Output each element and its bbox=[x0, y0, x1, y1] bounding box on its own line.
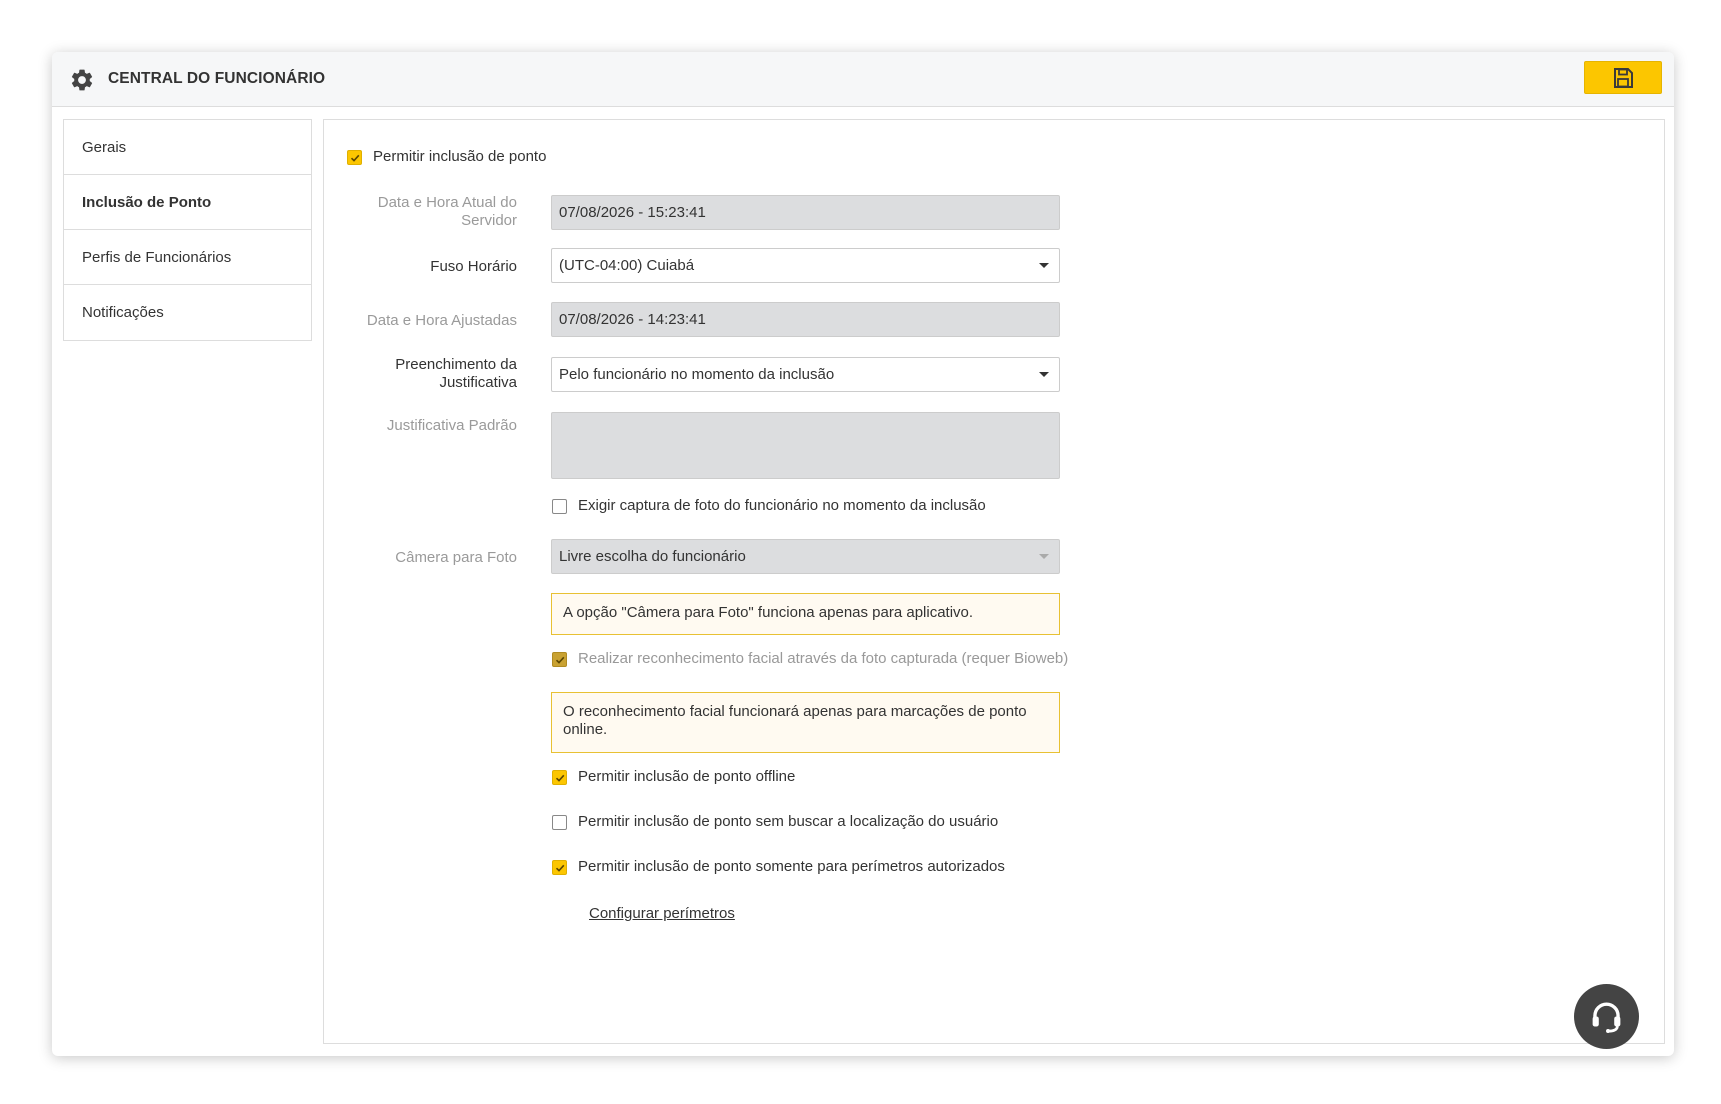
default-justification-label: Justificativa Padrão bbox=[386, 417, 517, 434]
require-photo-label: Exigir captura de foto do funcionário no… bbox=[578, 497, 986, 514]
help-button[interactable] bbox=[1574, 984, 1639, 1049]
window-header: CENTRAL DO FUNCIONÁRIO bbox=[52, 52, 1674, 107]
timezone-select[interactable]: (UTC-04:00) Cuiabá bbox=[551, 248, 1060, 283]
gear-icon bbox=[71, 69, 93, 91]
adjusted-datetime-field: 07/08/2026 - 14:23:41 bbox=[551, 302, 1060, 337]
timezone-label: Fuso Horário bbox=[430, 258, 517, 275]
sidebar-item-perfis-de-funcionarios[interactable]: Perfis de Funcionários bbox=[64, 230, 311, 285]
sidebar-item-notificacoes[interactable]: Notificações bbox=[64, 285, 311, 340]
allow-no-location-checkbox[interactable] bbox=[552, 815, 567, 830]
justification-fill-select[interactable]: Pelo funcionário no momento da inclusão bbox=[551, 357, 1060, 392]
allow-no-location-label: Permitir inclusão de ponto sem buscar a … bbox=[578, 813, 999, 830]
chevron-down-icon bbox=[1039, 372, 1049, 377]
page-title: CENTRAL DO FUNCIONÁRIO bbox=[108, 70, 326, 87]
timezone-value: (UTC-04:00) Cuiabá bbox=[559, 257, 695, 274]
justification-fill-label: Preenchimento da Justificativa bbox=[395, 356, 517, 391]
check-icon bbox=[555, 774, 565, 782]
server-datetime-label: Data e Hora Atual do Servidor bbox=[377, 194, 517, 229]
sidebar-item-gerais[interactable]: Gerais bbox=[64, 120, 311, 175]
server-datetime-field: 07/08/2026 - 15:23:41 bbox=[551, 195, 1060, 230]
facial-recognition-label: Realizar reconhecimento facial através d… bbox=[578, 650, 1069, 667]
allow-perimeters-label: Permitir inclusão de ponto somente para … bbox=[578, 858, 1005, 875]
default-justification-textarea[interactable] bbox=[551, 412, 1060, 479]
allow-inclusion-checkbox[interactable] bbox=[347, 150, 362, 165]
configure-perimeters-link[interactable]: Configurar perímetros bbox=[589, 905, 735, 922]
settings-sidebar: Gerais Inclusão de Ponto Perfis de Funci… bbox=[63, 119, 312, 341]
check-icon bbox=[555, 864, 565, 872]
headset-icon bbox=[1592, 1002, 1621, 1033]
save-button[interactable] bbox=[1584, 61, 1662, 94]
settings-window: CENTRAL DO FUNCIONÁRIO Gerais Inclusão d… bbox=[52, 52, 1674, 1056]
check-icon bbox=[350, 154, 360, 162]
justification-fill-value: Pelo funcionário no momento da inclusão bbox=[559, 366, 835, 383]
floppy-disk-icon bbox=[1614, 68, 1633, 88]
photo-camera-label: Câmera para Foto bbox=[395, 549, 517, 566]
require-photo-checkbox[interactable] bbox=[552, 499, 567, 514]
sidebar-item-inclusao-de-ponto[interactable]: Inclusão de Ponto bbox=[64, 175, 311, 230]
photo-camera-value: Livre escolha do funcionário bbox=[559, 548, 746, 565]
photo-camera-select[interactable]: Livre escolha do funcionário bbox=[551, 539, 1060, 574]
settings-content: Permitir inclusão de ponto Data e Hora A… bbox=[323, 119, 1665, 1044]
allow-offline-label: Permitir inclusão de ponto offline bbox=[578, 768, 796, 785]
facial-notice: O reconhecimento facial funcionará apena… bbox=[551, 692, 1060, 753]
chevron-down-icon bbox=[1039, 554, 1049, 559]
allow-inclusion-label: Permitir inclusão de ponto bbox=[373, 148, 547, 165]
camera-notice: A opção "Câmera para Foto" funciona apen… bbox=[551, 593, 1060, 635]
chevron-down-icon bbox=[1039, 263, 1049, 268]
allow-offline-checkbox[interactable] bbox=[552, 770, 567, 785]
facial-recognition-checkbox[interactable] bbox=[552, 652, 567, 667]
check-icon bbox=[555, 656, 565, 664]
allow-perimeters-checkbox[interactable] bbox=[552, 860, 567, 875]
adjusted-datetime-label: Data e Hora Ajustadas bbox=[366, 312, 517, 329]
